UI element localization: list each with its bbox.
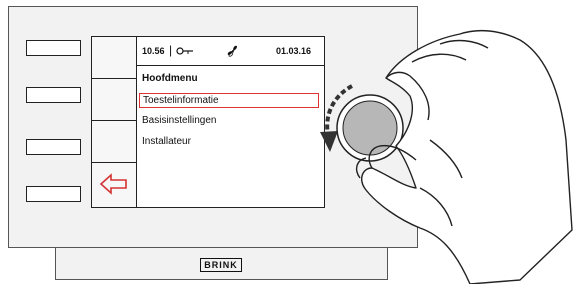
rotary-knob[interactable]: [336, 94, 404, 162]
hand: [355, 29, 573, 284]
hand-illustration: [320, 29, 573, 284]
